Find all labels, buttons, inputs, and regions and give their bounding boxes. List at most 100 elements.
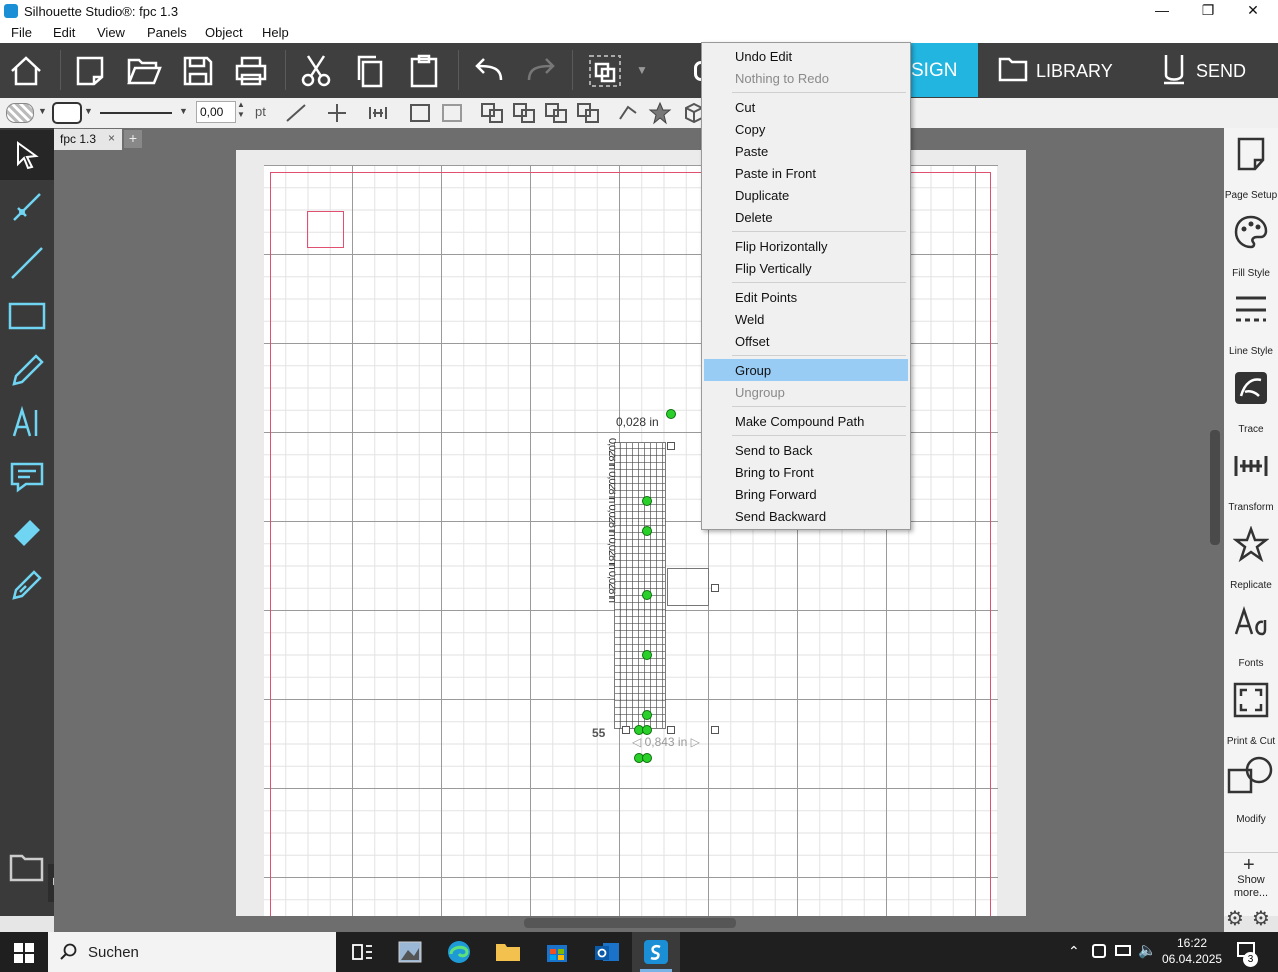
- add-tab-button[interactable]: +: [124, 130, 142, 148]
- copy-icon[interactable]: [352, 53, 388, 89]
- menu-file[interactable]: File: [11, 25, 32, 40]
- minimize-icon[interactable]: —: [1139, 2, 1185, 20]
- transform-icon[interactable]: [1233, 448, 1269, 484]
- home-icon[interactable]: [8, 53, 44, 89]
- close-icon[interactable]: ✕: [1230, 2, 1276, 20]
- menu-item-make-compound-path[interactable]: Make Compound Path: [702, 410, 908, 432]
- undo-icon[interactable]: [470, 53, 506, 89]
- menu-item-duplicate[interactable]: Duplicate: [702, 184, 908, 206]
- replicate-icon[interactable]: [1233, 526, 1269, 562]
- menu-item-paste[interactable]: Paste: [702, 140, 908, 162]
- fill-swatch[interactable]: [6, 103, 34, 123]
- line-color-swatch[interactable]: [52, 102, 82, 124]
- selection-handle[interactable]: [667, 726, 675, 734]
- page-setup-icon[interactable]: [1233, 136, 1269, 172]
- menu-help[interactable]: Help: [262, 25, 289, 40]
- line-width-input[interactable]: 0,00: [196, 101, 236, 123]
- menu-item-group[interactable]: Group: [704, 359, 908, 381]
- chevron-up-icon[interactable]: ⌃: [1068, 943, 1080, 960]
- trace-icon[interactable]: [1233, 370, 1269, 406]
- chevron-down-icon[interactable]: ▼: [84, 106, 93, 116]
- document-tab[interactable]: fpc 1.3 ×: [54, 129, 122, 150]
- settings-gear-icon[interactable]: ⚙: [1226, 906, 1244, 931]
- task-view-icon[interactable]: [342, 936, 382, 968]
- menu-view[interactable]: View: [97, 25, 125, 40]
- meet-now-icon[interactable]: [1092, 944, 1106, 958]
- selection-handle[interactable]: [711, 726, 719, 734]
- network-icon[interactable]: [1115, 945, 1131, 956]
- text-style-icon[interactable]: [6, 456, 48, 498]
- open-folder-icon[interactable]: [126, 53, 162, 89]
- save-icon[interactable]: [180, 53, 216, 89]
- subtract-icon[interactable]: [512, 102, 536, 124]
- close-tab-icon[interactable]: ×: [108, 131, 115, 145]
- menu-item-undo-edit[interactable]: Undo Edit: [702, 45, 908, 67]
- menu-object[interactable]: Object: [205, 25, 243, 40]
- selection-handle[interactable]: [622, 726, 630, 734]
- panel-label-show-more[interactable]: Show more...: [1224, 874, 1278, 900]
- menu-edit[interactable]: Edit: [53, 25, 75, 40]
- tab-design[interactable]: SIGN: [905, 43, 978, 97]
- menu-item-delete[interactable]: Delete: [702, 206, 908, 228]
- menu-item-paste-in-front[interactable]: Paste in Front: [702, 162, 908, 184]
- edge-browser-icon[interactable]: [439, 936, 479, 968]
- menu-item-edit-points[interactable]: Edit Points: [702, 286, 908, 308]
- redo-icon[interactable]: [524, 53, 560, 89]
- store-icon[interactable]: [537, 936, 577, 968]
- line-draw-icon[interactable]: [6, 242, 48, 284]
- line-style-preview[interactable]: [100, 112, 172, 114]
- line-tool-icon[interactable]: [284, 102, 308, 124]
- vertical-scrollbar[interactable]: [1210, 430, 1220, 545]
- menu-item-send-backward[interactable]: Send Backward: [702, 505, 908, 527]
- volume-icon[interactable]: 🔈: [1138, 941, 1157, 959]
- rotate-handle[interactable]: [666, 409, 676, 419]
- offset-icon[interactable]: [616, 102, 640, 124]
- move-icon[interactable]: [325, 102, 349, 124]
- selected-objects[interactable]: 0,028 in 0,028 in 0,028 in 0,028 in 0,02…: [592, 409, 719, 765]
- point-edit-icon[interactable]: [6, 186, 48, 228]
- intersect-icon[interactable]: [544, 102, 568, 124]
- windows-start-icon[interactable]: [14, 943, 34, 963]
- rectangle-icon[interactable]: [6, 296, 48, 338]
- menu-item-offset[interactable]: Offset: [702, 330, 908, 352]
- tab-library[interactable]: LIBRARY: [978, 43, 1128, 97]
- outlook-icon[interactable]: [587, 936, 627, 968]
- maximize-icon[interactable]: ❐: [1185, 2, 1231, 20]
- weld-icon[interactable]: [480, 102, 504, 124]
- preferences-gear-icon[interactable]: ⚙: [1252, 906, 1270, 931]
- chevron-down-icon[interactable]: ▼: [636, 63, 648, 77]
- menu-item-cut[interactable]: Cut: [702, 96, 908, 118]
- menu-item-flip-horizontally[interactable]: Flip Horizontally: [702, 235, 908, 257]
- fonts-icon[interactable]: [1233, 604, 1269, 640]
- menu-item-bring-to-front[interactable]: Bring to Front: [702, 461, 908, 483]
- taskbar-search[interactable]: Suchen: [48, 932, 336, 972]
- print-cut-icon[interactable]: [1233, 682, 1269, 718]
- selection-handle[interactable]: [667, 442, 675, 450]
- menu-item-send-to-back[interactable]: Send to Back: [702, 439, 908, 461]
- selection-handle[interactable]: [711, 584, 719, 592]
- menu-item-bring-forward[interactable]: Bring Forward: [702, 483, 908, 505]
- cut-icon[interactable]: [298, 53, 334, 89]
- chevron-down-icon[interactable]: ▼: [38, 106, 47, 116]
- select-group-icon[interactable]: [587, 53, 623, 89]
- pencil-icon[interactable]: [6, 350, 48, 392]
- library-folder-icon[interactable]: [6, 846, 48, 888]
- align-icon[interactable]: [366, 102, 390, 124]
- ungroup-icon[interactable]: [440, 102, 464, 124]
- chevron-down-icon[interactable]: ▼: [179, 106, 188, 116]
- photos-app-icon[interactable]: [390, 936, 430, 968]
- horizontal-scrollbar[interactable]: [524, 918, 736, 928]
- new-document-icon[interactable]: [72, 53, 108, 89]
- modify-icon[interactable]: [1227, 756, 1275, 800]
- file-explorer-icon[interactable]: [488, 936, 528, 968]
- menu-panels[interactable]: Panels: [147, 25, 187, 40]
- crop-icon[interactable]: [576, 102, 600, 124]
- select-tool[interactable]: [0, 130, 54, 180]
- eraser-icon[interactable]: [6, 510, 48, 552]
- knife-icon[interactable]: [6, 564, 48, 606]
- line-style-icon[interactable]: [1233, 292, 1269, 328]
- tab-send[interactable]: SEND: [1140, 43, 1278, 97]
- taskbar-clock[interactable]: 16:22 06.04.2025: [1162, 935, 1222, 967]
- silhouette-taskbar-button[interactable]: [632, 932, 680, 972]
- print-icon[interactable]: [233, 53, 269, 89]
